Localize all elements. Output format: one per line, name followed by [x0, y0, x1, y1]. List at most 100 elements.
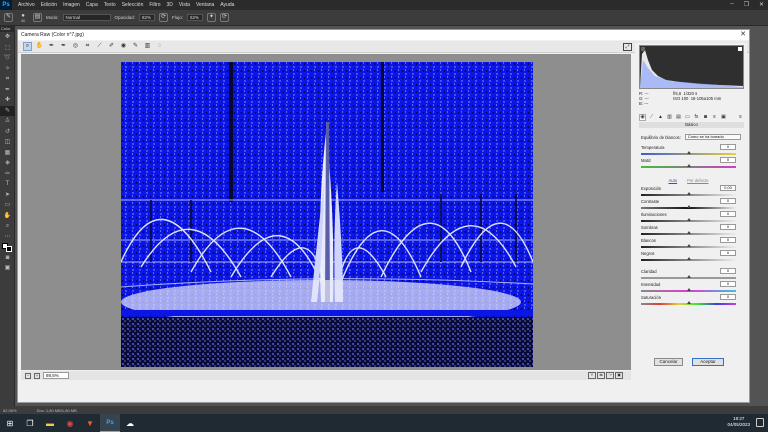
slider-value-field[interactable]: 0: [720, 250, 736, 256]
presets-tab-icon[interactable]: ≡: [711, 114, 718, 121]
menu-texto[interactable]: Texto: [104, 2, 116, 8]
pen-tool-icon[interactable]: ✑: [0, 169, 15, 180]
slider-sombras[interactable]: Sombras 0: [641, 224, 744, 237]
more-tools-icon[interactable]: ⋯: [0, 232, 15, 243]
mode-select[interactable]: Normal: [62, 14, 111, 21]
graduated-filter-icon[interactable]: ▥: [143, 42, 152, 51]
slider-thumb[interactable]: [686, 192, 691, 195]
pressure-opacity-icon[interactable]: ⟳: [159, 13, 169, 22]
eyedropper-tool-icon[interactable]: ✒: [0, 85, 15, 96]
swap-icon[interactable]: ⇆: [597, 372, 605, 379]
brush-preset-picker[interactable]: ● 40: [17, 13, 29, 23]
brush-tool-icon[interactable]: ✎: [4, 13, 13, 22]
white-balance-select[interactable]: Como se ha tomado: [684, 134, 741, 140]
targeted-adjust-tool-icon[interactable]: ◎: [71, 42, 80, 51]
close-icon[interactable]: ✕: [759, 1, 764, 8]
color-panel-tab[interactable]: Color: [0, 26, 15, 32]
stamp-tool-icon[interactable]: ♙: [0, 116, 15, 127]
chrome-icon[interactable]: ◉: [60, 414, 80, 432]
dialog-close-icon[interactable]: ✕: [740, 30, 746, 40]
lens-tab-icon[interactable]: ▭: [684, 114, 691, 121]
menu-vista[interactable]: Vista: [179, 2, 190, 8]
slider-thumb[interactable]: [686, 288, 691, 291]
image-preview-area[interactable]: [21, 54, 631, 370]
hand-tool-icon[interactable]: ✋: [0, 211, 15, 222]
task-view-icon[interactable]: ❐: [20, 414, 40, 432]
zoom-tool-icon[interactable]: ⌕: [23, 42, 32, 51]
taskbar-clock[interactable]: 19:27 04/05/2023: [727, 416, 750, 428]
quick-mask-icon[interactable]: ◙: [0, 253, 15, 264]
ok-button[interactable]: Aceptar: [692, 358, 724, 366]
menu-filtro[interactable]: Filtro: [149, 2, 160, 8]
slider-thumb[interactable]: [686, 205, 691, 208]
quick-select-tool-icon[interactable]: ✧: [0, 64, 15, 75]
flow-field[interactable]: 52%: [187, 14, 204, 21]
photoshop-taskbar-icon[interactable]: Ps: [100, 414, 120, 432]
eraser-tool-icon[interactable]: ◫: [0, 137, 15, 148]
slider-saturacion[interactable]: Saturación 0: [641, 294, 744, 307]
notification-icon[interactable]: [756, 418, 764, 427]
slider-value-field[interactable]: 0: [720, 281, 736, 287]
menu-edicion[interactable]: Edición: [41, 2, 57, 8]
crop-tool-icon[interactable]: ⌗: [83, 42, 92, 51]
slider-thumb[interactable]: [686, 257, 691, 260]
zoom-tool-icon[interactable]: ⌕: [0, 221, 15, 232]
slider-thumb[interactable]: [686, 301, 691, 304]
brush-panel-icon[interactable]: ▤: [33, 13, 42, 22]
slider-value-field[interactable]: 0,00: [720, 185, 736, 191]
opacity-field[interactable]: 82%: [139, 14, 156, 21]
slider-matiz[interactable]: Matiz 0: [641, 157, 744, 170]
basic-tab-icon[interactable]: ◉: [639, 113, 646, 121]
slider-contraste[interactable]: Contraste 0: [641, 198, 744, 211]
slider-thumb[interactable]: [686, 244, 691, 247]
slider-value-field[interactable]: 0: [720, 268, 736, 274]
type-tool-icon[interactable]: T: [0, 179, 15, 190]
adjustment-brush-icon[interactable]: ✎: [131, 42, 140, 51]
red-eye-tool-icon[interactable]: ◉: [119, 42, 128, 51]
menu-ayuda[interactable]: Ayuda: [220, 2, 234, 8]
menu-capa[interactable]: Capa: [86, 2, 98, 8]
straighten-tool-icon[interactable]: ⟋: [95, 42, 104, 51]
slider-thumb[interactable]: [686, 231, 691, 234]
snapshots-tab-icon[interactable]: ▣: [720, 114, 727, 121]
shadow-clip-icon[interactable]: [641, 47, 645, 51]
marquee-tool-icon[interactable]: ⬚: [0, 43, 15, 54]
slider-value-field[interactable]: 0: [720, 198, 736, 204]
menu-3d[interactable]: 3D: [167, 2, 173, 8]
crop-tool-icon[interactable]: ⌗: [0, 74, 15, 85]
fullscreen-toggle-icon[interactable]: ⤢: [623, 43, 632, 51]
slider-exposicion[interactable]: Exposición 0,00: [641, 185, 744, 198]
slider-thumb[interactable]: [686, 151, 691, 154]
slider-blancos[interactable]: Blancos 0: [641, 237, 744, 250]
move-tool-icon[interactable]: ✥: [0, 32, 15, 43]
toggle-settings-icon[interactable]: ▣: [615, 372, 623, 379]
spot-removal-tool-icon[interactable]: ✐: [107, 42, 116, 51]
path-select-tool-icon[interactable]: ➤: [0, 190, 15, 201]
slider-claridad[interactable]: Claridad 0: [641, 268, 744, 281]
brush-tool-active-icon[interactable]: ✎: [0, 105, 15, 116]
shape-tool-icon[interactable]: ▭: [0, 200, 15, 211]
maximize-icon[interactable]: ❐: [744, 1, 749, 8]
split-toning-tab-icon[interactable]: ▤: [675, 114, 682, 121]
pressure-size-icon[interactable]: ⟳: [220, 13, 230, 22]
airbrush-icon[interactable]: ✦: [207, 13, 217, 22]
panel-menu-icon[interactable]: ≡: [737, 114, 744, 121]
tone-curve-tab-icon[interactable]: ⟋: [648, 114, 655, 121]
healing-tool-icon[interactable]: ✚: [0, 95, 15, 106]
cancel-button[interactable]: Cancelar: [654, 358, 683, 366]
history-brush-icon[interactable]: ↺: [0, 127, 15, 138]
white-balance-tool-icon[interactable]: ✒: [47, 42, 56, 51]
slider-negros[interactable]: Negros 0: [641, 250, 744, 263]
menu-seleccion[interactable]: Selección: [122, 2, 144, 8]
radial-filter-icon[interactable]: ◌: [155, 42, 164, 51]
before-after-icon[interactable]: Y: [588, 372, 596, 379]
highlight-clip-icon[interactable]: [738, 47, 742, 51]
blur-tool-icon[interactable]: ◈: [0, 158, 15, 169]
slider-value-field[interactable]: 0: [720, 144, 736, 150]
auto-link[interactable]: Auto: [668, 178, 677, 183]
slider-iluminaciones[interactable]: Iluminaciones 0: [641, 211, 744, 224]
screen-mode-icon[interactable]: ▣: [0, 263, 15, 274]
slider-thumb[interactable]: [686, 164, 691, 167]
slider-value-field[interactable]: 0: [720, 224, 736, 230]
app-icon[interactable]: ☁: [120, 414, 140, 432]
